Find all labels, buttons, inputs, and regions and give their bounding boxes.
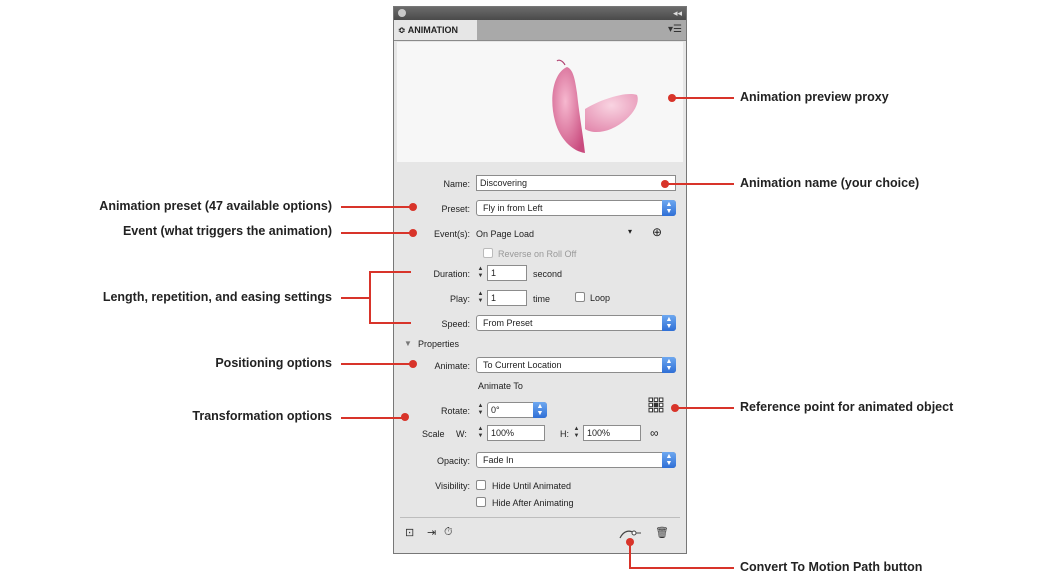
callout-preset: Animation preset (47 available options) [99, 199, 332, 213]
reference-point-icon[interactable] [648, 397, 664, 413]
loop-checkbox[interactable] [575, 292, 585, 302]
trash-icon[interactable]: 🗑 [655, 527, 669, 539]
preview-spread-icon[interactable]: ⊡ [405, 527, 414, 539]
tab-animation[interactable]: ≎ ANIMATION [394, 20, 477, 40]
rotate-value: 0° [491, 405, 500, 415]
callout-dot [409, 360, 417, 368]
scale-w-field[interactable]: 100% [487, 425, 545, 441]
callout-line [369, 322, 411, 324]
callout-transformation: Transformation options [192, 409, 332, 423]
select-arrows-icon: ▲ ▼ [662, 357, 676, 373]
preset-select[interactable]: Fly in from Left ▲ ▼ [476, 200, 676, 216]
select-arrows-icon: ▲ ▼ [662, 200, 676, 216]
animation-preview-proxy [397, 42, 683, 162]
scale-h-label: H: [560, 429, 569, 439]
visibility-label: Visibility: [435, 481, 470, 491]
callout-motion-path: Convert To Motion Path button [740, 560, 923, 574]
callout-positioning: Positioning options [215, 356, 332, 370]
opacity-value: Fade In [483, 455, 514, 465]
callout-line [629, 542, 631, 568]
play-unit: time [533, 294, 551, 304]
callout-dot [409, 203, 417, 211]
events-label: Event(s): [433, 229, 470, 239]
animation-panel: ◂◂ ≎ ANIMATION ▾☰ Name: Discovering Pres… [393, 6, 687, 554]
hide-until-animated-checkbox[interactable] [476, 480, 486, 490]
close-icon[interactable] [398, 9, 406, 17]
play-label: Play: [449, 294, 470, 304]
disclosure-triangle-icon[interactable]: ▼ [404, 339, 412, 348]
opacity-label: Opacity: [436, 456, 470, 466]
callout-dot [401, 413, 409, 421]
hide-until-animated-label: Hide Until Animated [492, 481, 572, 491]
properties-label: Properties [418, 339, 460, 349]
preset-value: Fly in from Left [483, 203, 543, 213]
select-arrows-icon: ▲ ▼ [662, 452, 676, 468]
panel-titlebar: ◂◂ [394, 7, 686, 20]
hide-after-animating-checkbox[interactable] [476, 497, 486, 507]
callout-reference-point: Reference point for animated object [740, 400, 954, 414]
animate-select[interactable]: To Current Location ▲ ▼ [476, 357, 676, 373]
callout-bracket [369, 271, 371, 324]
opacity-select[interactable]: Fade In ▲ ▼ [476, 452, 676, 468]
callout-length: Length, repetition, and easing settings [102, 290, 332, 304]
reverse-on-roll-off-label: Reverse on Roll Off [498, 249, 577, 259]
play-stepper-icon[interactable]: ▲ ▼ [476, 291, 485, 305]
animate-to-label: Animate To [478, 381, 523, 391]
duration-field[interactable]: 1 [487, 265, 527, 281]
add-event-icon[interactable]: ⊕ [652, 225, 662, 239]
reverse-on-roll-off-checkbox[interactable] [483, 248, 493, 258]
timing-panel-icon[interactable]: ⏱ [444, 526, 453, 538]
hide-after-animating-label: Hide After Animating [492, 498, 574, 508]
link-icon[interactable]: ∞ [650, 426, 659, 440]
divider [400, 517, 680, 518]
rotate-select[interactable]: 0° ▲ ▼ [487, 402, 547, 418]
callout-line [341, 297, 371, 299]
callout-line [341, 206, 411, 208]
callout-line [341, 363, 411, 365]
duration-stepper-icon[interactable]: ▲ ▼ [476, 266, 485, 280]
speed-select[interactable]: From Preset ▲ ▼ [476, 315, 676, 331]
callout-preview-proxy: Animation preview proxy [740, 90, 889, 104]
select-arrows-icon: ▲ ▼ [533, 402, 547, 418]
callout-line [369, 271, 411, 273]
select-arrows-icon: ▲ ▼ [662, 315, 676, 331]
panel-tab-row: ≎ ANIMATION ▾☰ [394, 20, 686, 41]
duration-unit: second [533, 269, 563, 279]
callout-name: Animation name (your choice) [740, 176, 920, 190]
callout-line [629, 567, 734, 569]
callout-line [341, 232, 411, 234]
rotate-stepper-icon[interactable]: ▲ ▼ [476, 403, 485, 417]
scale-label: Scale [422, 429, 445, 439]
scale-h-field[interactable]: 100% [583, 425, 641, 441]
name-label: Name: [443, 179, 470, 189]
callout-line [341, 417, 403, 419]
loop-label: Loop [590, 293, 611, 303]
callout-line [672, 97, 734, 99]
butterfly-icon [552, 59, 638, 153]
callout-line [665, 183, 734, 185]
events-select[interactable]: On Page Load [476, 229, 534, 239]
callout-event: Event (what triggers the animation) [122, 224, 332, 238]
speed-value: From Preset [483, 318, 533, 328]
callout-dot [409, 229, 417, 237]
scale-w-label: W: [456, 429, 467, 439]
callout-line [675, 407, 734, 409]
scale-h-stepper-icon[interactable]: ▲ ▼ [572, 426, 581, 440]
show-animation-icon[interactable]: ⇥ [427, 527, 436, 539]
collapse-icon[interactable]: ◂◂ [673, 7, 682, 20]
chevron-down-icon[interactable]: ▾ [628, 227, 632, 236]
scale-w-stepper-icon[interactable]: ▲ ▼ [476, 426, 485, 440]
animate-value: To Current Location [483, 360, 562, 370]
speed-label: Speed: [441, 319, 470, 329]
panel-menu-icon[interactable]: ▾☰ [668, 24, 682, 36]
play-field[interactable]: 1 [487, 290, 527, 306]
name-field[interactable]: Discovering [476, 175, 676, 191]
